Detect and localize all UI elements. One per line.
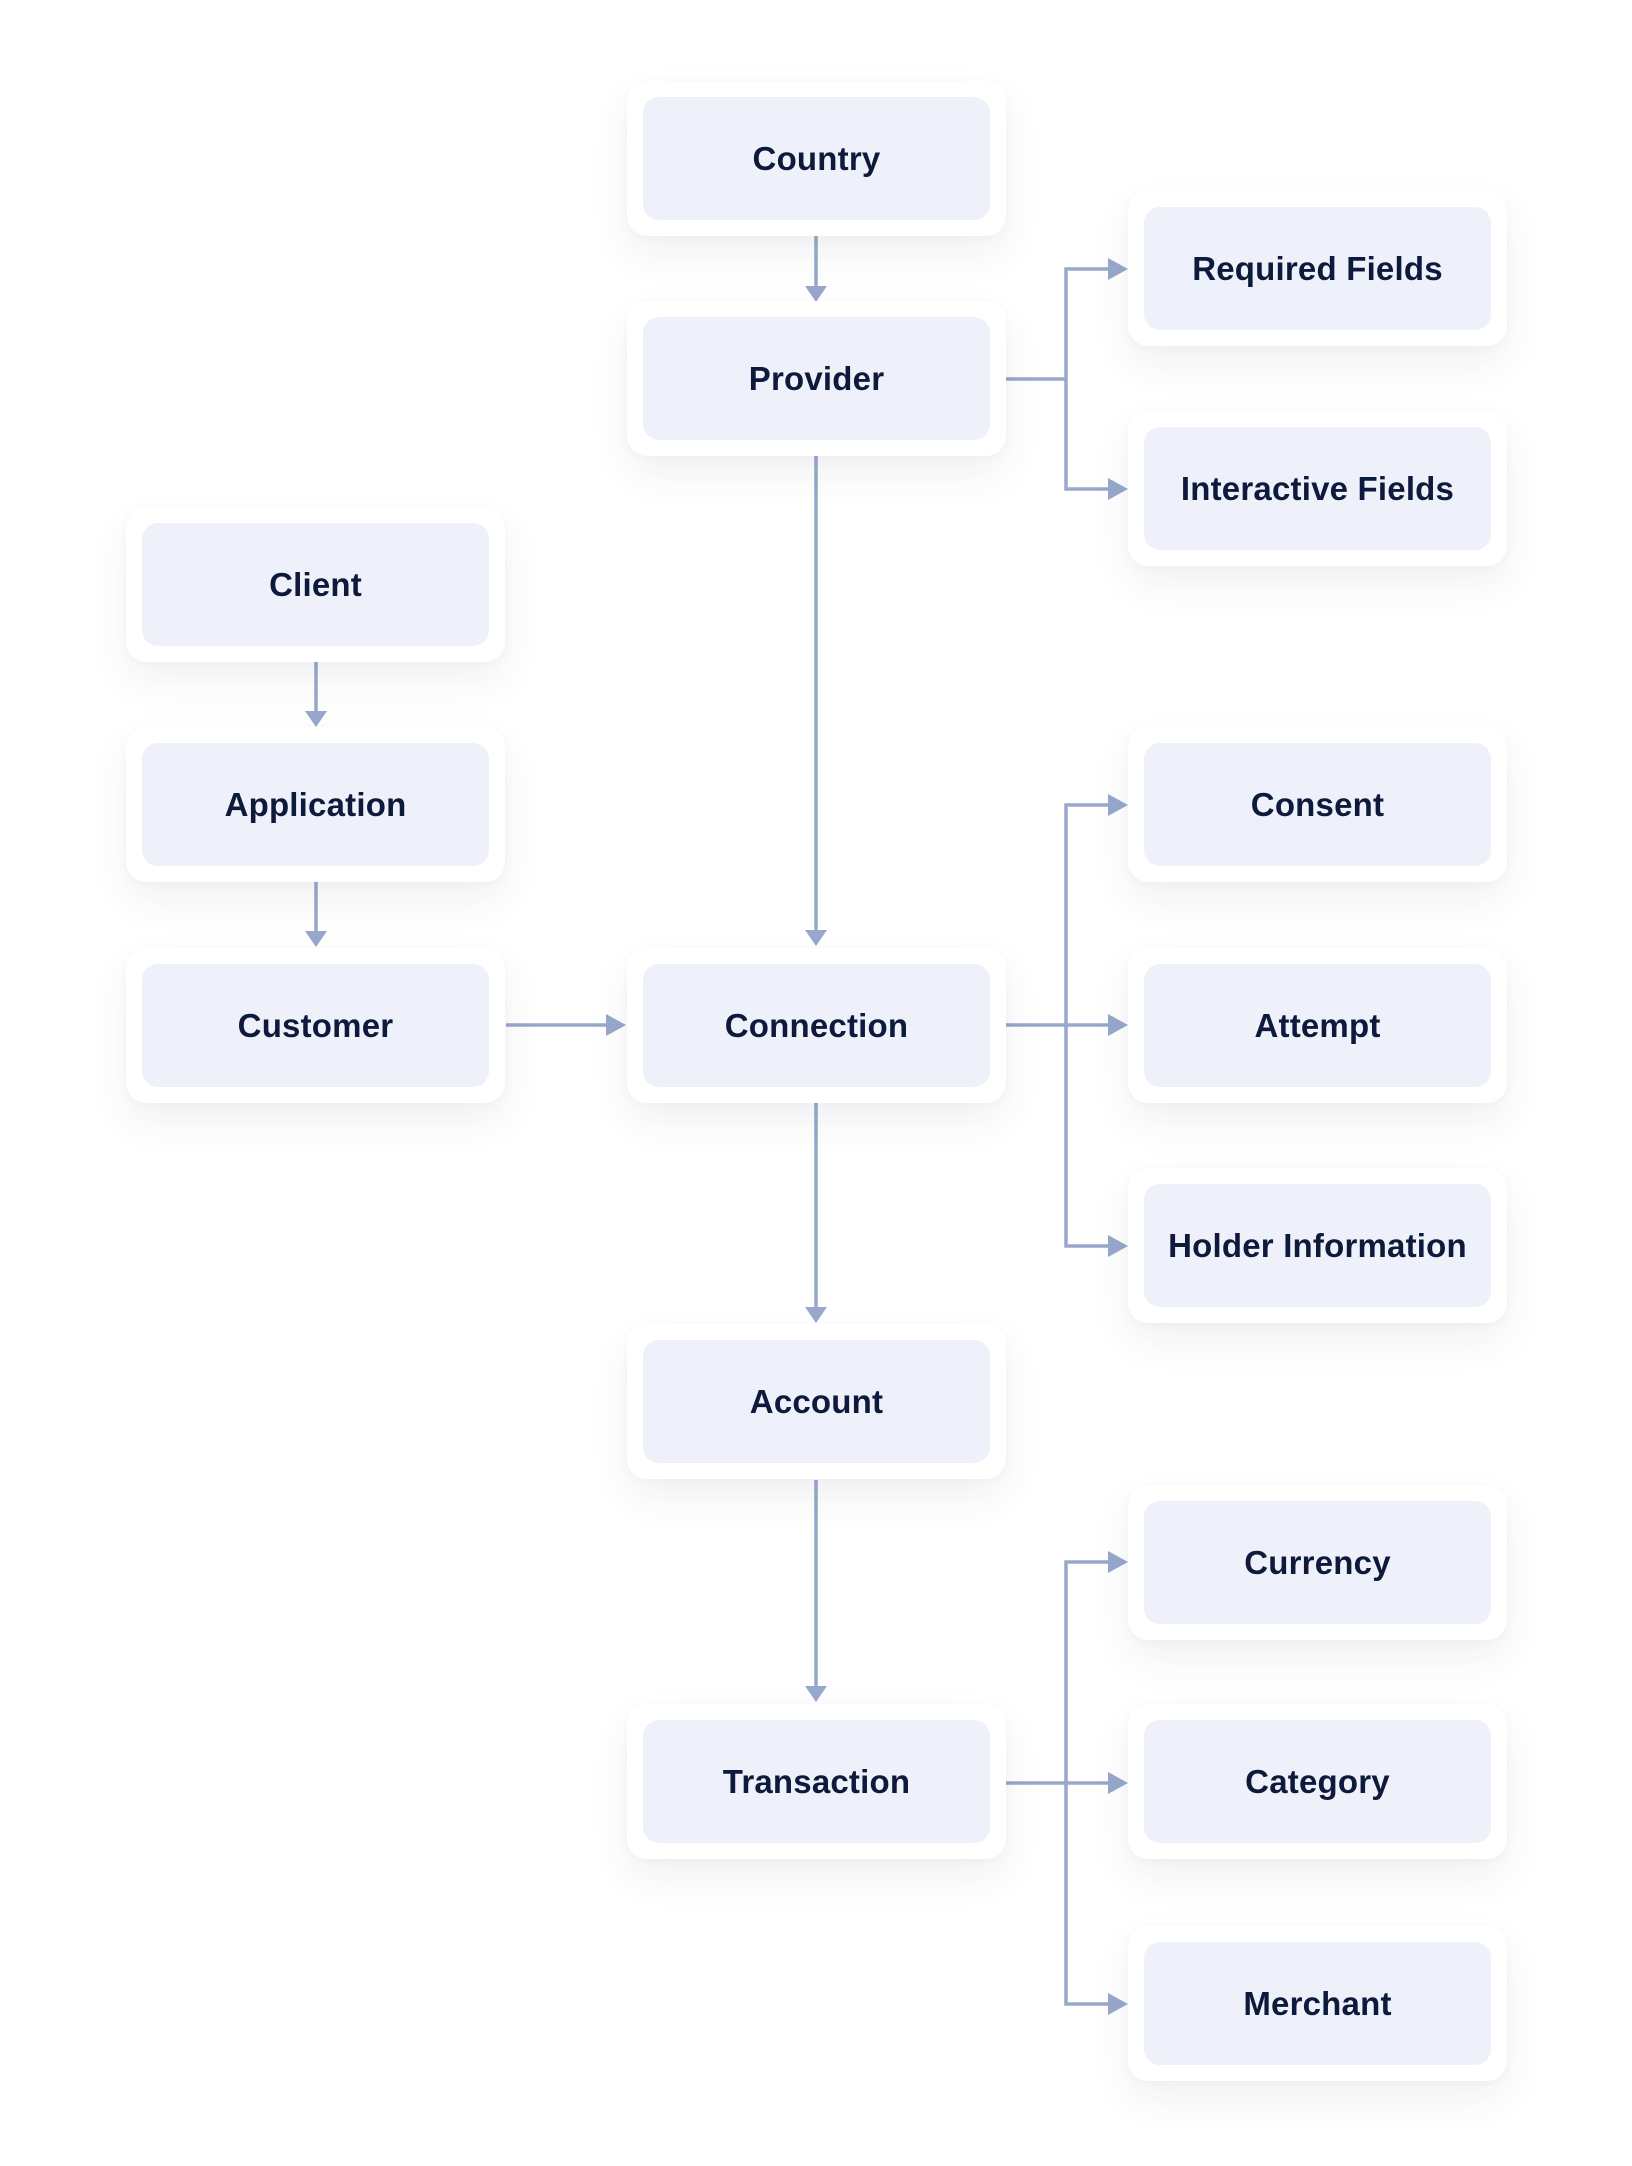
edge-provider-connection: [805, 456, 827, 946]
node-client: Client: [126, 507, 505, 662]
node-label: Merchant: [1243, 1984, 1392, 2022]
node-application: Application: [126, 727, 505, 882]
node-country: Country: [627, 81, 1006, 236]
node-attempt: Attempt: [1128, 948, 1507, 1103]
node-interactive-fields: Interactive Fields: [1128, 411, 1507, 566]
node-label: Interactive Fields: [1180, 469, 1455, 507]
node-label: Provider: [748, 359, 885, 397]
node-label: Account: [749, 1382, 884, 1420]
node-account: Account: [627, 1324, 1006, 1479]
node-label: Currency: [1244, 1543, 1391, 1581]
node-merchant: Merchant: [1128, 1926, 1507, 2081]
node-label: Application: [224, 785, 407, 823]
node-customer: Customer: [126, 948, 505, 1103]
edge-provider-fields: [1005, 258, 1128, 500]
node-holder-information: Holder Information: [1128, 1168, 1507, 1323]
node-label: Client: [269, 565, 362, 603]
node-currency: Currency: [1128, 1485, 1507, 1640]
edge-transaction-details: [1005, 1551, 1128, 2015]
node-label: Connection: [724, 1006, 909, 1044]
edge-client-application: [305, 662, 327, 727]
node-transaction: Transaction: [627, 1704, 1006, 1859]
node-label: Transaction: [722, 1762, 911, 1800]
node-connection: Connection: [627, 948, 1006, 1103]
node-label: Country: [752, 139, 881, 177]
node-consent: Consent: [1128, 727, 1507, 882]
edge-application-customer: [305, 882, 327, 947]
edge-customer-connection: [506, 1014, 626, 1036]
edge-account-transaction: [805, 1480, 827, 1702]
node-label: Attempt: [1254, 1006, 1381, 1044]
node-category: Category: [1128, 1704, 1507, 1859]
node-label: Category: [1245, 1762, 1390, 1800]
edge-connection-account: [805, 1102, 827, 1323]
node-provider: Provider: [627, 301, 1006, 456]
edge-connection-details: [1005, 794, 1128, 1257]
node-label: Holder Information: [1168, 1226, 1467, 1264]
node-label: Consent: [1250, 785, 1385, 823]
edge-country-provider: [805, 236, 827, 302]
node-label: Customer: [237, 1006, 394, 1044]
node-required-fields: Required Fields: [1128, 191, 1507, 346]
node-label: Required Fields: [1192, 249, 1443, 287]
